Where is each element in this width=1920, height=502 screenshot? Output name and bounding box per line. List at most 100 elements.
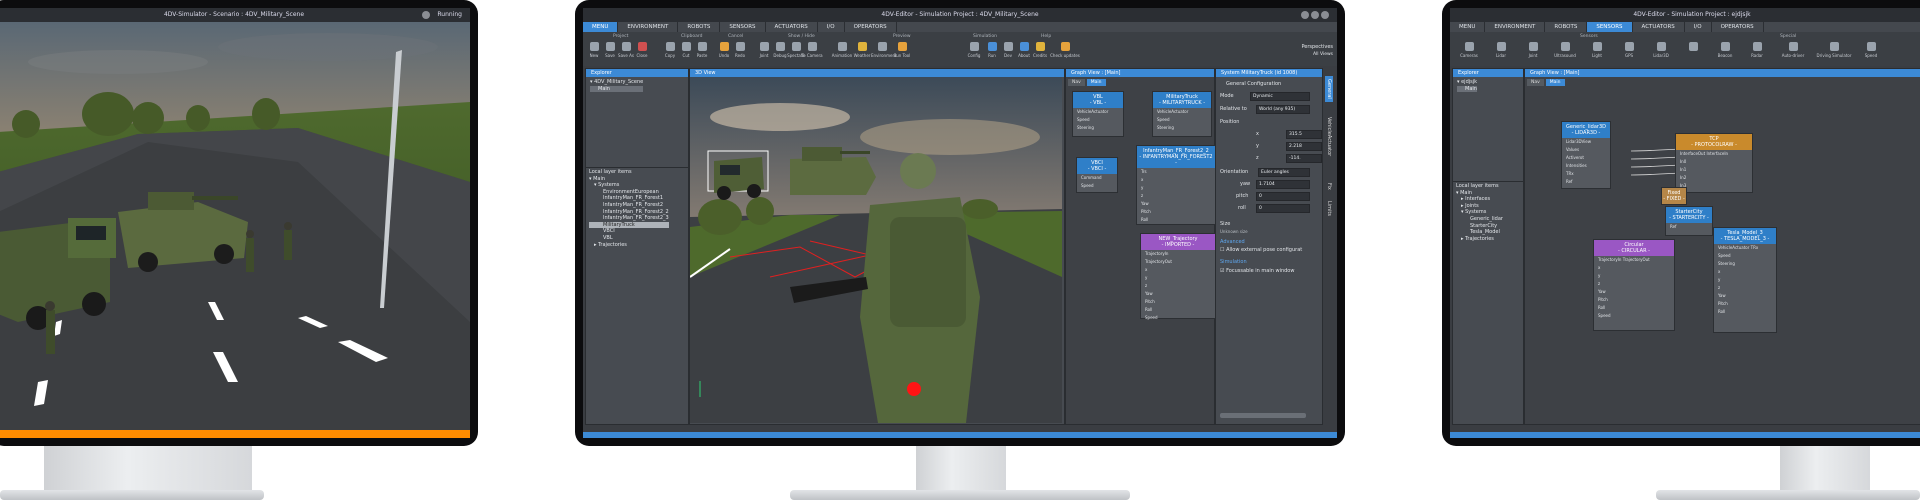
light-button[interactable]: Light <box>1586 42 1608 58</box>
explorer-main-item[interactable]: Main <box>590 85 644 93</box>
right-menu-tab-environment[interactable]: ENVIRONMENT <box>1485 22 1546 32</box>
ultrasound-button[interactable]: Ultrasound <box>1554 42 1576 58</box>
general-config-section[interactable]: General Configuration <box>1226 81 1281 87</box>
environment-button[interactable]: Environment <box>871 42 897 58</box>
tree-item-vbl[interactable]: VBL <box>589 235 669 242</box>
right-menu-tab-robots[interactable]: ROBOTS <box>1545 22 1588 32</box>
graph-node-tcp[interactable]: TCP - PROTOCOLRAW - InterfaceOut Interfac… <box>1675 133 1753 196</box>
tree-item-infantry-1[interactable]: InfantryMan_FR_Forest1 <box>589 195 669 202</box>
tree-item-vbci[interactable]: VBCI <box>589 228 669 235</box>
right-menu-tab-io[interactable]: I/O <box>1685 22 1712 32</box>
menu-tab-menu[interactable]: MENU <box>583 22 619 32</box>
relative-to-select[interactable]: World (any 935) <box>1256 105 1310 114</box>
allow-external-checkbox[interactable]: ☐ Allow external pose configurat <box>1220 247 1302 253</box>
sun-tool-button[interactable]: Sun Tool <box>891 42 913 58</box>
close-button[interactable]: Close <box>631 42 653 58</box>
right-menu-tab-menu[interactable]: MENU <box>1450 22 1486 32</box>
right-tree-item-joints[interactable]: ▸ Joints <box>1456 203 1503 210</box>
right-tree-item-main[interactable]: ▾ Main <box>1456 190 1503 197</box>
close-icon[interactable] <box>1321 11 1329 19</box>
yaw-input[interactable]: 1.7104 <box>1256 180 1310 189</box>
lidar3d-button[interactable]: Lidar3D <box>1650 42 1672 58</box>
tree-item-military-truck[interactable]: MilitaryTruck <box>589 221 669 229</box>
right-tree-item-interfaces[interactable]: ▸ Interfaces <box>1456 196 1503 203</box>
graph-node-tesla[interactable]: Tesla_Model_3- TESLA_MODEL_3 - VehicleAc… <box>1713 227 1777 333</box>
tree-item-infantry-2[interactable]: InfantryMan_FR_Forest2 <box>589 202 669 209</box>
right-tree-item-trajectories[interactable]: ▸ Trajectories <box>1456 236 1503 243</box>
radar-button[interactable]: Radar <box>1746 42 1768 58</box>
graph-node-circular[interactable]: Circular - CIRCULAR - TrajectoryIn Trajec… <box>1593 239 1675 331</box>
menu-tab-operators[interactable]: OPERATORS <box>845 22 897 32</box>
local-layer-items-label: Local layer items <box>589 169 632 175</box>
right-explorer-main-item[interactable]: Main <box>1457 85 1478 93</box>
graph-node-lidar[interactable]: Generic_lidar3D - LIDAR3D - Lidar3DView V… <box>1561 121 1611 189</box>
right-menu-tab-operators[interactable]: OPERATORS <box>1712 22 1764 32</box>
lidar-button[interactable]: Lidar <box>1490 42 1512 58</box>
tree-item-environment[interactable]: EnvironmentEuropean <box>589 189 669 196</box>
graph-node-fixed[interactable]: Fixed - FIXED - <box>1661 187 1687 205</box>
speed-button[interactable]: Speed <box>1860 42 1882 58</box>
minimize-icon[interactable] <box>422 11 430 19</box>
tree-item-infantry-2-2[interactable]: InfantryMan_FR_Forest2_2 <box>589 209 669 216</box>
driving-simulator-button[interactable]: Driving Simulator <box>1814 42 1854 58</box>
z-input[interactable]: -114. <box>1286 154 1322 163</box>
simulation-section[interactable]: Simulation <box>1220 259 1247 265</box>
properties-scrollbar[interactable] <box>1220 413 1306 418</box>
right-tree-item-generic-lidar[interactable]: Generic_lidar <box>1456 216 1503 223</box>
advanced-section[interactable]: Advanced <box>1220 239 1245 245</box>
side-tab-limits[interactable]: Limits <box>1325 198 1333 219</box>
roll-input[interactable]: 0 <box>1256 204 1310 213</box>
graph-node-trajectory[interactable]: NEW_Trajectory - IMPORTED - TrajectoryIn … <box>1140 233 1216 320</box>
graph-node-military-truck[interactable]: MilitaryTruck - MILITARYTRUCK - VehicleAc… <box>1152 91 1212 137</box>
side-tab-fix[interactable]: Fix <box>1325 180 1333 193</box>
right-tree-item-tesla[interactable]: Tesla_Model <box>1456 229 1503 236</box>
menu-tab-actuators[interactable]: ACTUATORS <box>766 22 818 32</box>
gps-button[interactable]: GPS <box>1618 42 1640 58</box>
to-camera-button[interactable]: To Camera <box>801 42 823 58</box>
minimize-icon[interactable] <box>1301 11 1309 19</box>
menu-tab-robots[interactable]: ROBOTS <box>678 22 721 32</box>
tree-item-trajectories[interactable]: ▸ Trajectories <box>589 242 669 249</box>
weather-button[interactable]: Weather <box>851 42 873 58</box>
cameras-button[interactable]: Cameras <box>1458 42 1480 58</box>
redo-button[interactable]: Redo <box>729 42 751 58</box>
credits-button[interactable]: Credits <box>1029 42 1051 58</box>
side-tab-vehicle-actuator[interactable]: VehicleActuator <box>1325 114 1333 159</box>
3d-viewport[interactable] <box>690 77 1062 423</box>
right-menu-tab-actuators[interactable]: ACTUATORS <box>1633 22 1685 32</box>
tree-item-main[interactable]: ▾ Main <box>589 176 669 183</box>
focusable-checkbox[interactable]: ☑ Focussable in main window <box>1220 268 1294 274</box>
graph-node-vbl[interactable]: VBL - VBL - VehicleActuator Speed Steerin… <box>1072 91 1124 137</box>
mode-select[interactable]: Dynamic <box>1250 92 1310 101</box>
menu-tab-environment[interactable]: ENVIRONMENT <box>618 22 679 32</box>
pitch-input[interactable]: 0 <box>1256 192 1310 201</box>
tree-item-systems[interactable]: ▾ Systems <box>589 182 669 189</box>
x-input[interactable]: 315.5 <box>1286 130 1322 139</box>
check-updates-button[interactable]: Check updates <box>1049 42 1081 58</box>
joint-sensor-button[interactable]: Joint <box>1522 42 1544 58</box>
graph-node-starter-city[interactable]: StarterCity - STARTERCITY - Ref <box>1665 206 1713 236</box>
explorer-root[interactable]: ▾ 4DV_Military_Scene <box>590 79 643 86</box>
paste-button[interactable]: Paste <box>691 42 713 58</box>
sensor-button[interactable] <box>1682 42 1704 53</box>
menu-tab-io[interactable]: I/O <box>818 22 845 32</box>
right-tree-item-starter-city[interactable]: StarterCity <box>1456 223 1503 230</box>
right-explorer-root[interactable]: ▾ ejdjsjk <box>1457 79 1477 86</box>
auto-driver-button[interactable]: Auto-driver <box>1778 42 1808 58</box>
side-tab-general[interactable]: General <box>1325 76 1333 102</box>
menu-tab-sensors[interactable]: SENSORS <box>720 22 766 32</box>
simulator-3d-viewport[interactable] <box>0 22 470 430</box>
graph-tab-nav[interactable]: Nav <box>1068 79 1085 86</box>
perspectives-select[interactable]: All Views <box>1313 52 1333 57</box>
right-tree-item-systems[interactable]: ▾ Systems <box>1456 209 1503 216</box>
beacon-button[interactable]: Beacon <box>1714 42 1736 58</box>
graph-node-vbci[interactable]: VBCI - VBCI - Command Speed <box>1076 157 1118 193</box>
graph-tab-main[interactable]: Main <box>1086 79 1106 86</box>
maximize-icon[interactable] <box>1311 11 1319 19</box>
animation-button[interactable]: Animation <box>831 42 853 58</box>
y-input[interactable]: 2.218 <box>1286 142 1322 151</box>
tree-item-infantry-2-3[interactable]: InfantryMan_FR_Forest2_3 <box>589 215 669 222</box>
graph-node-infantry[interactable]: InfantryMan_FR_Forest2_2- INFANTRYMAN_FR… <box>1136 145 1216 225</box>
orientation-select[interactable]: Euler angles <box>1258 168 1310 177</box>
right-menu-tab-sensors[interactable]: SENSORS <box>1587 22 1633 32</box>
